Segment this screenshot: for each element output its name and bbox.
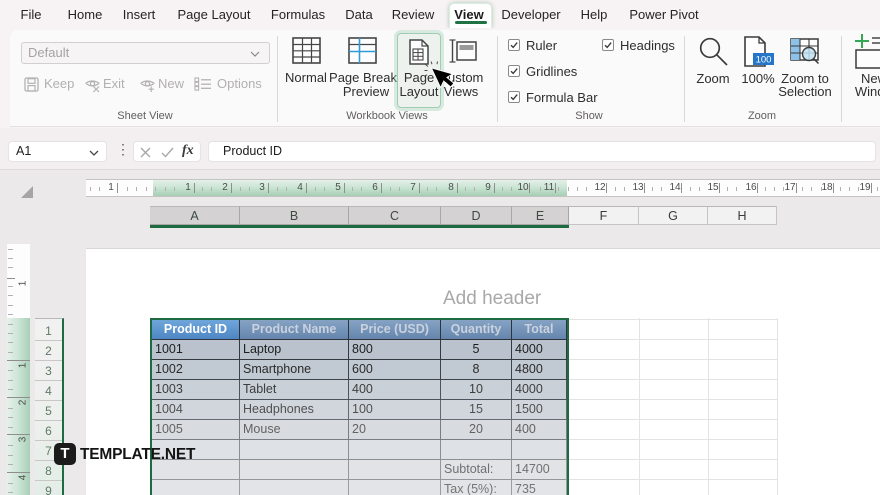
svg-text:100: 100 <box>756 55 772 66</box>
